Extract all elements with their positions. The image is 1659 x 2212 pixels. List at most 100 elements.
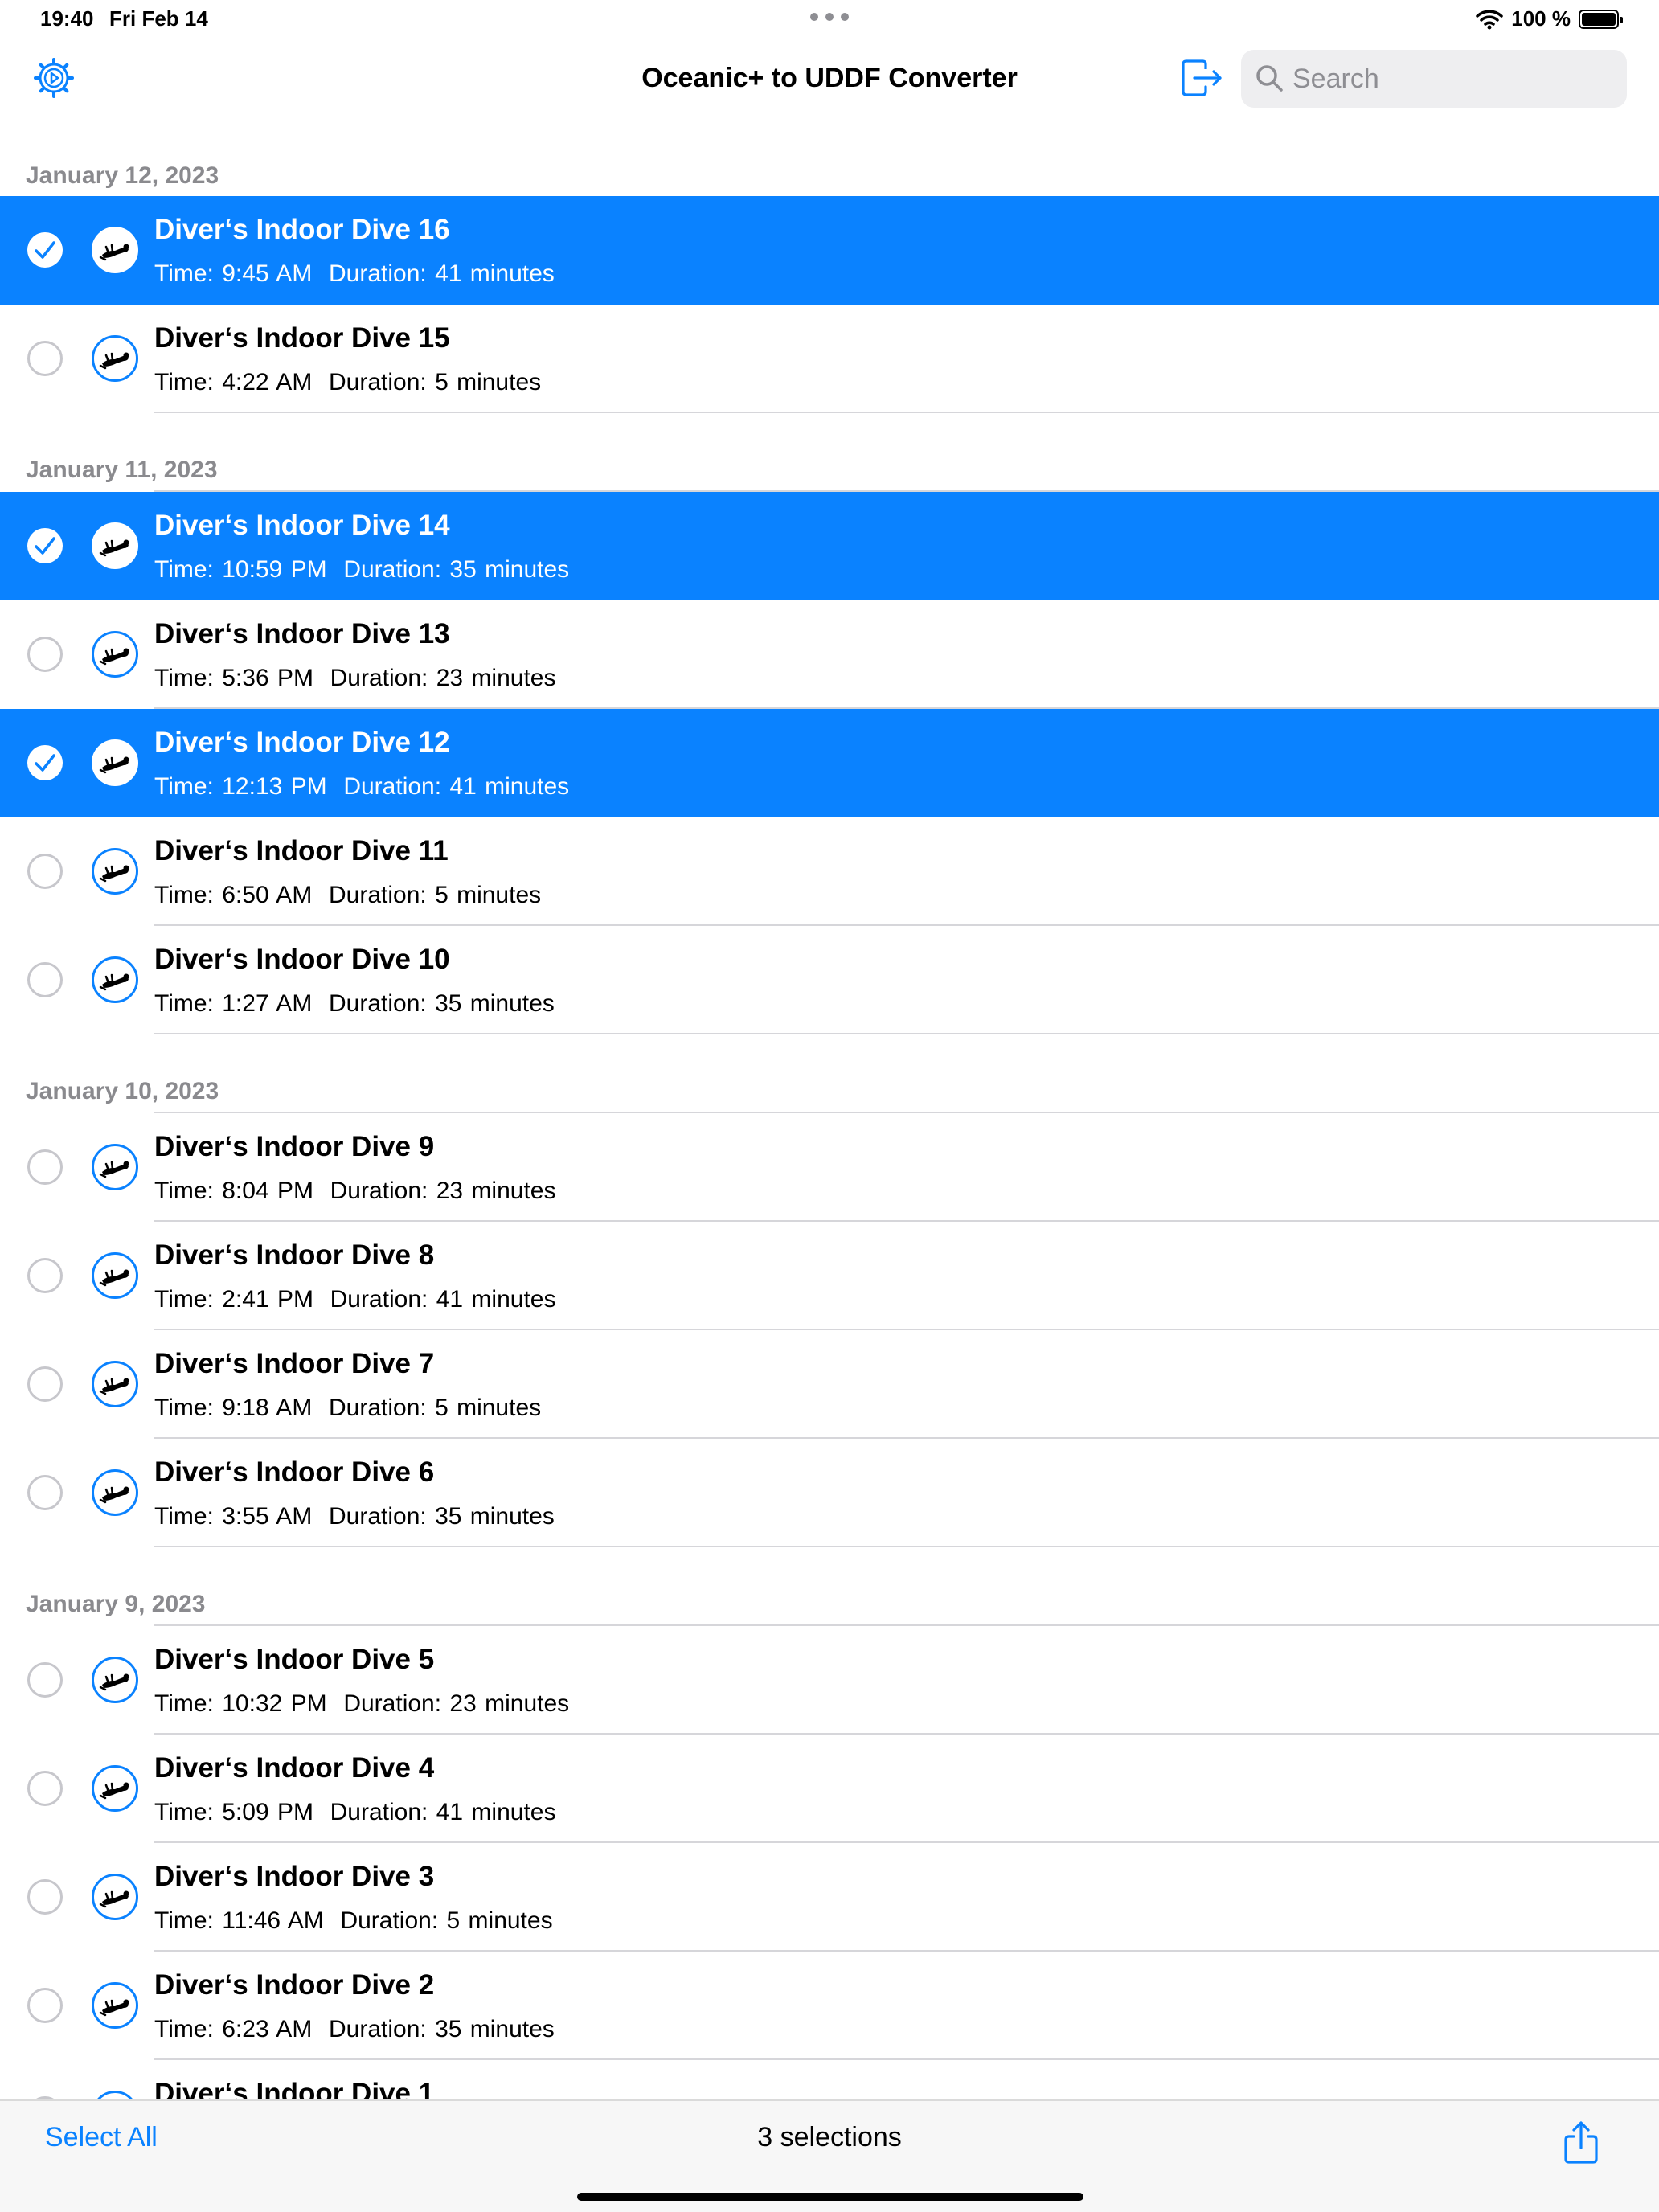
- duration-label: Duration:: [330, 1178, 428, 1204]
- dive-time: 1:27 AM: [222, 990, 313, 1017]
- share-icon[interactable]: [1563, 2120, 1600, 2164]
- scuba-diver-icon: [92, 335, 138, 382]
- time-label: Time:: [154, 665, 214, 691]
- dive-duration: 41 minutes: [449, 773, 570, 800]
- exit-arrow-icon[interactable]: [1178, 55, 1225, 101]
- dive-row[interactable]: Diver‘s Indoor Dive 8 Time: 2:41 PM Durat…: [0, 1222, 1659, 1330]
- scuba-diver-icon: [92, 1657, 138, 1703]
- selection-checkbox[interactable]: [27, 528, 63, 563]
- dive-meta: Time: 11:46 AM Duration: 5 minutes: [154, 1907, 553, 1935]
- dive-duration: 23 minutes: [449, 1690, 570, 1717]
- dive-title: Diver‘s Indoor Dive 13: [154, 618, 450, 649]
- dive-title: Diver‘s Indoor Dive 10: [154, 944, 450, 975]
- selection-checkbox[interactable]: [27, 1475, 63, 1510]
- dive-row[interactable]: Diver‘s Indoor Dive 6 Time: 3:55 AM Durat…: [0, 1439, 1659, 1547]
- scuba-diver-icon: [92, 956, 138, 1003]
- section-header: January 12, 2023: [0, 129, 1659, 196]
- selection-checkbox[interactable]: [27, 962, 63, 997]
- dive-meta: Time: 9:45 AM Duration: 41 minutes: [154, 260, 555, 288]
- time-label: Time:: [154, 990, 214, 1017]
- dive-time: 10:32 PM: [222, 1690, 327, 1717]
- dive-meta: Time: 6:50 AM Duration: 5 minutes: [154, 882, 541, 909]
- dive-row[interactable]: Diver‘s Indoor Dive 4 Time: 5:09 PM Durat…: [0, 1735, 1659, 1843]
- dive-row[interactable]: Diver‘s Indoor Dive 14 Time: 10:59 PM Dur…: [0, 492, 1659, 600]
- time-label: Time:: [154, 882, 214, 908]
- scuba-diver-icon: [92, 631, 138, 678]
- time-label: Time:: [154, 2016, 214, 2042]
- selection-checkbox[interactable]: [27, 1879, 63, 1915]
- dive-title: Diver‘s Indoor Dive 8: [154, 1239, 435, 1271]
- dive-row[interactable]: Diver‘s Indoor Dive 5 Time: 10:32 PM Dura…: [0, 1626, 1659, 1735]
- selection-checkbox[interactable]: [27, 232, 63, 268]
- dive-row[interactable]: Diver‘s Indoor Dive 11 Time: 6:50 AM Dura…: [0, 817, 1659, 926]
- dive-row[interactable]: Diver‘s Indoor Dive 9 Time: 8:04 PM Durat…: [0, 1113, 1659, 1222]
- selection-checkbox[interactable]: [27, 745, 63, 780]
- dive-row[interactable]: Diver‘s Indoor Dive 15 Time: 4:22 AM Dura…: [0, 305, 1659, 413]
- time-label: Time:: [154, 369, 214, 395]
- duration-label: Duration:: [328, 2016, 427, 2042]
- multitasking-dots-icon[interactable]: [810, 13, 849, 23]
- dive-duration: 5 minutes: [435, 882, 542, 908]
- dive-row[interactable]: Diver‘s Indoor Dive 10 Time: 1:27 AM Dura…: [0, 926, 1659, 1034]
- dive-meta: Time: 10:59 PM Duration: 35 minutes: [154, 556, 569, 584]
- scuba-diver-icon: [92, 227, 138, 273]
- scuba-diver-icon: [92, 739, 138, 786]
- selection-checkbox[interactable]: [27, 1149, 63, 1185]
- time-label: Time:: [154, 1503, 214, 1530]
- dive-time: 3:55 AM: [222, 1503, 313, 1530]
- dive-time: 12:13 PM: [222, 773, 327, 800]
- dive-row[interactable]: Diver‘s Indoor Dive 16 Time: 9:45 AM Dura…: [0, 196, 1659, 305]
- search-field[interactable]: [1241, 50, 1627, 108]
- scuba-diver-icon: [92, 1144, 138, 1190]
- dive-title: Diver‘s Indoor Dive 9: [154, 1131, 435, 1162]
- duration-label: Duration:: [328, 990, 427, 1017]
- selection-checkbox[interactable]: [27, 1771, 63, 1806]
- duration-label: Duration:: [330, 665, 428, 691]
- time-label: Time:: [154, 1907, 214, 1934]
- dive-title: Diver‘s Indoor Dive 14: [154, 510, 450, 541]
- dive-title: Diver‘s Indoor Dive 7: [154, 1348, 435, 1379]
- dive-row[interactable]: Diver‘s Indoor Dive 7 Time: 9:18 AM Durat…: [0, 1330, 1659, 1439]
- selection-checkbox[interactable]: [27, 1258, 63, 1293]
- selection-checkbox[interactable]: [27, 1662, 63, 1698]
- duration-label: Duration:: [330, 1799, 428, 1825]
- dive-time: 9:45 AM: [222, 260, 313, 287]
- scuba-diver-icon: [92, 1765, 138, 1812]
- time-label: Time:: [154, 1799, 214, 1825]
- status-bar: 19:40 Fri Feb 14 100 %: [0, 0, 1659, 39]
- section-date-label: January 9, 2023: [26, 1591, 206, 1617]
- navigation-bar: Oceanic+ to UDDF Converter: [0, 45, 1659, 125]
- duration-label: Duration:: [328, 1395, 427, 1421]
- selection-checkbox[interactable]: [27, 1366, 63, 1402]
- dive-duration: 23 minutes: [436, 665, 556, 691]
- search-input[interactable]: [1292, 50, 1614, 108]
- section-date-label: January 12, 2023: [26, 162, 219, 189]
- dive-time: 4:22 AM: [222, 369, 313, 395]
- dive-time: 6:23 AM: [222, 2016, 313, 2042]
- time-label: Time:: [154, 556, 214, 583]
- dive-duration: 41 minutes: [435, 260, 555, 287]
- selection-checkbox[interactable]: [27, 1988, 63, 2023]
- dive-duration: 41 minutes: [436, 1286, 556, 1313]
- scuba-diver-icon: [92, 1982, 138, 2029]
- dive-row[interactable]: Diver‘s Indoor Dive 2 Time: 6:23 AM Durat…: [0, 1952, 1659, 2060]
- dive-row[interactable]: Diver‘s Indoor Dive 3 Time: 11:46 AM Dura…: [0, 1843, 1659, 1952]
- dive-row[interactable]: Diver‘s Indoor Dive 12 Time: 12:13 PM Dur…: [0, 709, 1659, 817]
- dive-title: Diver‘s Indoor Dive 2: [154, 1969, 435, 2001]
- dive-title: Diver‘s Indoor Dive 5: [154, 1644, 435, 1675]
- dive-title: Diver‘s Indoor Dive 4: [154, 1752, 435, 1784]
- selection-checkbox[interactable]: [27, 637, 63, 672]
- home-indicator: [577, 2193, 1083, 2201]
- time-label: Time:: [154, 773, 214, 800]
- section-date-label: January 11, 2023: [26, 457, 218, 483]
- dive-meta: Time: 8:04 PM Duration: 23 minutes: [154, 1178, 555, 1205]
- dive-meta: Time: 12:13 PM Duration: 41 minutes: [154, 773, 569, 801]
- dive-time: 11:46 AM: [222, 1907, 324, 1934]
- dive-duration: 35 minutes: [435, 2016, 555, 2042]
- selection-checkbox[interactable]: [27, 854, 63, 889]
- selection-count: 3 selections: [757, 2122, 902, 2153]
- selection-checkbox[interactable]: [27, 341, 63, 376]
- dive-meta: Time: 5:09 PM Duration: 41 minutes: [154, 1799, 555, 1826]
- dive-row[interactable]: Diver‘s Indoor Dive 13 Time: 5:36 PM Dura…: [0, 600, 1659, 709]
- dive-time: 10:59 PM: [222, 556, 327, 583]
